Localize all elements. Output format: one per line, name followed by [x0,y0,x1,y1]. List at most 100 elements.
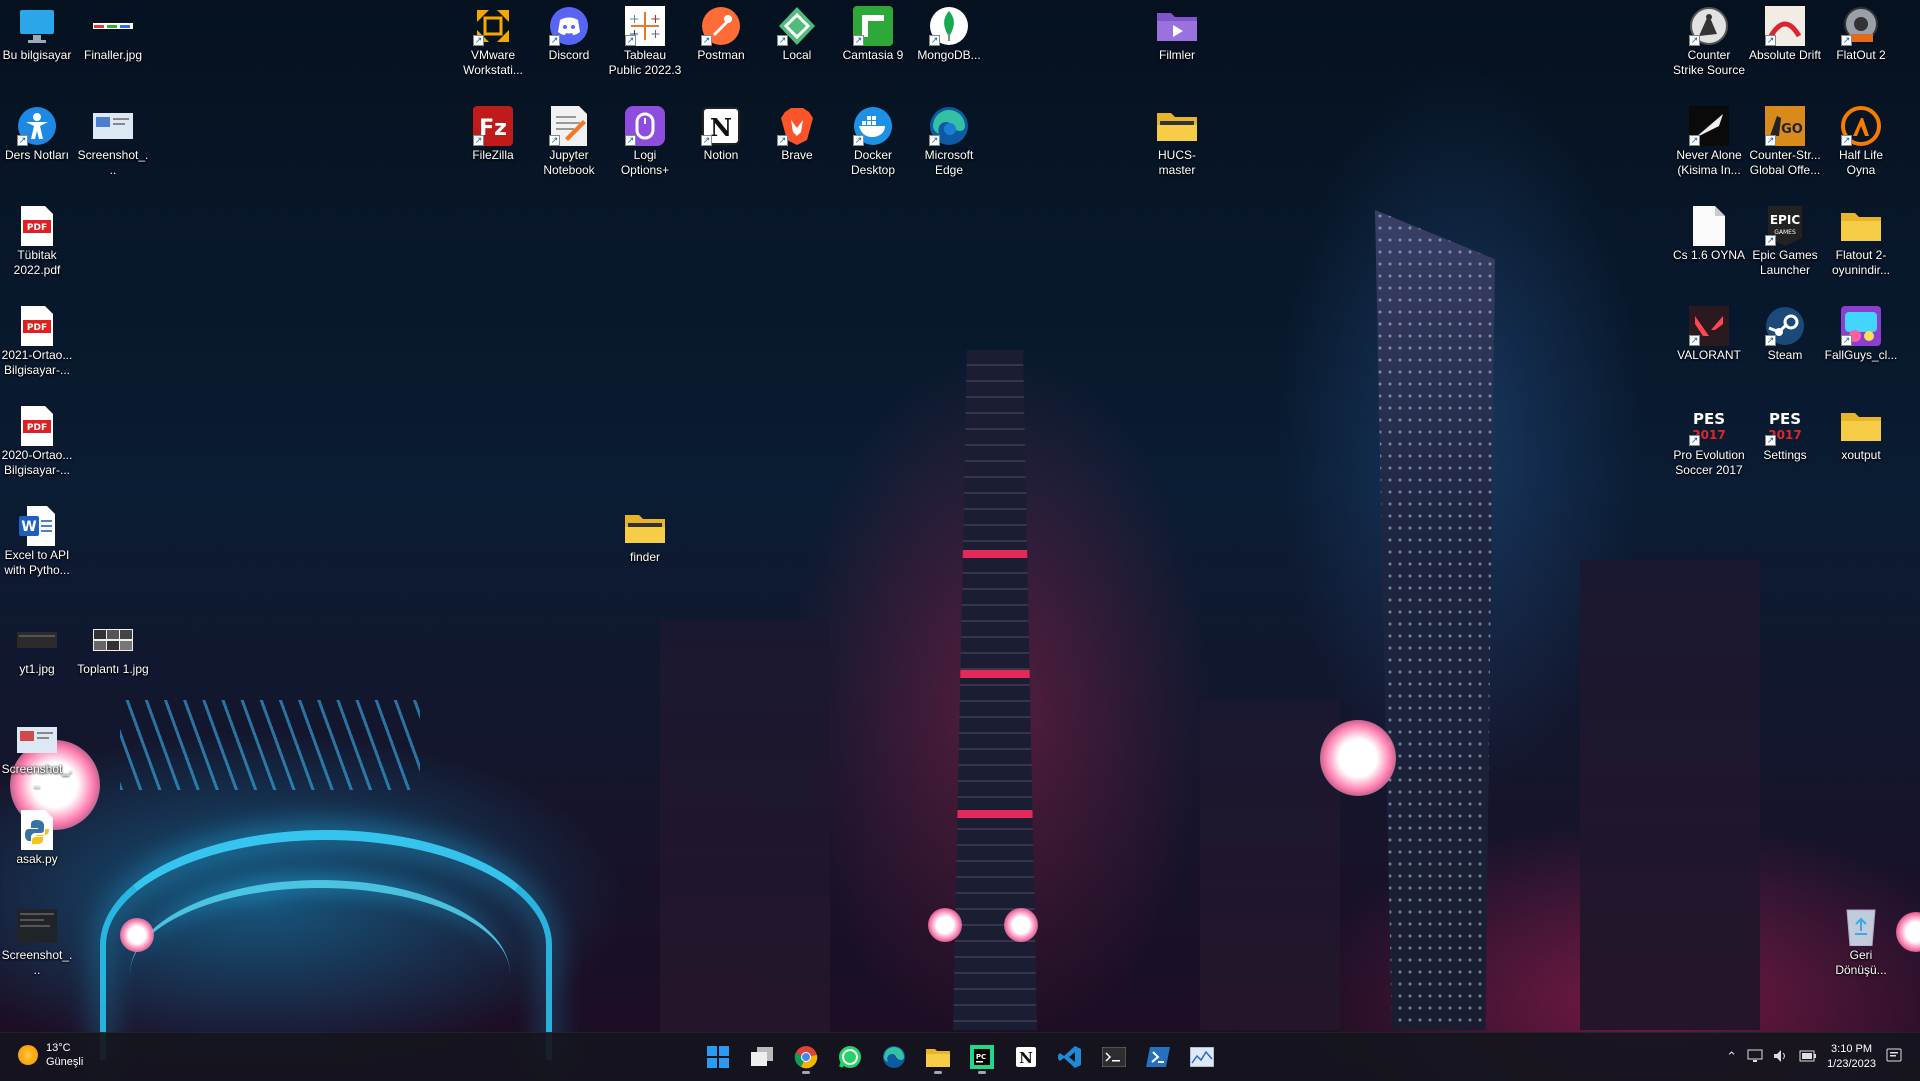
clock-time: 3:10 PM [1831,1043,1873,1055]
wallpaper-building [1200,700,1340,1030]
desktop-icon-xoutput[interactable]: xoutput [1824,406,1898,463]
desktop-icon-never-alone[interactable]: ↗ Never Alone (Kisima In... [1672,106,1746,178]
sun-icon [18,1045,38,1065]
desktop-icon-excel-to-api[interactable]: W Excel to API with Pytho... [0,506,74,578]
camtasia-icon: ↗ [853,6,893,46]
desktop-icon-flatout-2[interactable]: ↗ FlatOut 2 [1824,6,1898,63]
resource-monitor-icon[interactable] [1184,1039,1220,1075]
wallpaper-lamp [120,918,154,952]
desktop-icon-asak-py[interactable]: asak.py [0,810,74,867]
desktop-icon-fallguys[interactable]: ↗ FallGuys_cl... [1824,306,1898,363]
desktop-icon-hucs-master[interactable]: HUCS-master [1140,106,1214,178]
desktop-icon-absolute-drift[interactable]: ↗ Absolute Drift [1748,6,1822,63]
desktop-icon-toplanti[interactable]: Toplantı 1.jpg [76,620,150,677]
pycharm-icon[interactable]: PC [964,1039,1000,1075]
svg-text:GO: GO [1781,122,1803,137]
volume-icon[interactable] [1773,1049,1789,1066]
powershell-icon[interactable] [1140,1039,1176,1075]
notion-icon[interactable]: N [1008,1039,1044,1075]
edge-icon[interactable] [876,1039,912,1075]
desktop-icon-tubitak-pdf[interactable]: PDF Tübitak 2022.pdf [0,206,74,278]
chrome-icon[interactable] [788,1039,824,1075]
task-view-icon[interactable] [744,1039,780,1075]
desktop-icon-finaller[interactable]: Finaller.jpg [76,6,150,63]
desktop-icon-recycle-bin[interactable]: Geri Dönüşü... [1824,906,1898,978]
fallguys-icon: ↗ [1841,306,1881,346]
desktop-icon-yt1[interactable]: yt1.jpg [0,620,74,677]
desktop-icon-finder[interactable]: finder [608,508,682,565]
desktop-icon-epic-games[interactable]: EPIC GAMES ↗ Epic Games Launcher [1748,206,1822,278]
svg-text:N: N [710,113,732,142]
desktop-icon-discord[interactable]: ↗ Discord [532,6,606,63]
desktop-icon-tableau[interactable]: ↗ Tableau Public 2022.3 [608,6,682,78]
mongodb-icon: ↗ [929,6,969,46]
desktop-icon-ders-notlari[interactable]: ↗ Ders Notları [0,106,74,163]
docker-icon: ↗ [853,106,893,146]
network-icon[interactable] [1747,1049,1763,1066]
word-icon: W [17,506,57,546]
notification-icon[interactable] [1886,1048,1902,1067]
pdf-icon: PDF [17,206,57,246]
battery-icon[interactable] [1799,1050,1817,1065]
wallpaper-tower [1375,210,1495,1030]
wallpaper-arch [100,830,552,1060]
file-explorer-icon[interactable] [920,1039,956,1075]
desktop-icon-screenshot-1[interactable]: Screenshot_... [76,106,150,178]
monitor-icon [17,6,57,46]
python-icon [17,810,57,850]
desktop-icon-pes-2017[interactable]: PES 2017 ↗ Pro Evolution Soccer 2017 [1672,406,1746,478]
desktop-icon-edge[interactable]: ↗ Microsoft Edge [912,106,986,178]
weather-temp: 13°C [46,1042,71,1054]
wallpaper-building [660,620,830,1040]
desktop-icon-brave[interactable]: ↗ Brave [760,106,834,163]
desktop-icon-filezilla[interactable]: Fz ↗ FileZilla [456,106,530,163]
svg-text:EPIC: EPIC [1770,213,1800,227]
desktop-icon-flatout-folder[interactable]: Flatout 2-oyunindir... [1824,206,1898,278]
image-file-icon [17,720,57,760]
desktop-icon-screenshot-2[interactable]: Screenshot_... [0,720,74,792]
vmware-icon: ↗ [473,6,513,46]
desktop-icon-screenshot-3[interactable]: Screenshot_... [0,906,74,978]
pdf-icon: PDF [17,306,57,346]
desktop-icon-2021-pdf[interactable]: PDF 2021-Ortao... Bilgisayar-... [0,306,74,378]
whatsapp-icon[interactable] [832,1039,868,1075]
desktop-icon-steam[interactable]: ↗ Steam [1748,306,1822,363]
desktop-icon-bu-bilgisayar[interactable]: Bu bilgisayar [0,6,74,63]
half-life-icon: ↗ [1841,106,1881,146]
desktop-icon-logi-options[interactable]: ↗ Logi Options+ [608,106,682,178]
svg-text:PES: PES [1769,410,1801,428]
wallpaper-lamp [928,908,962,942]
chevron-up-icon[interactable]: ⌃ [1726,1049,1737,1065]
wallpaper-building [1580,560,1760,1030]
desktop-icon-vmware[interactable]: ↗ VMware Workstati... [456,6,530,78]
desktop-icon-mongodb[interactable]: ↗ MongoDB... [912,6,986,63]
desktop-icon-notion[interactable]: N ↗ Notion [684,106,758,163]
weather-widget[interactable]: 13°C Güneşli [18,1041,83,1069]
desktop-icon-jupyter[interactable]: ↗ Jupyter Notebook [532,106,606,178]
image-file-icon [93,6,133,46]
blank-file-icon [1689,206,1729,246]
desktop-icon-pes-settings[interactable]: PES 2017 ↗ Settings [1748,406,1822,463]
clock[interactable]: 3:10 PM 1/23/2023 [1827,1042,1876,1072]
desktop-icon-csgo[interactable]: GO ↗ Counter-Str... Global Offe... [1748,106,1822,178]
terminal-icon[interactable] [1096,1039,1132,1075]
desktop-icon-filmler[interactable]: Filmler [1140,6,1214,63]
desktop-icon-postman[interactable]: ↗ Postman [684,6,758,63]
desktop-icon-2020-pdf[interactable]: PDF 2020-Ortao... Bilgisayar-... [0,406,74,478]
pdf-icon: PDF [17,406,57,446]
local-icon: ↗ [777,6,817,46]
desktop-icon-docker[interactable]: ↗ Docker Desktop [836,106,910,178]
csgo-icon: GO ↗ [1765,106,1805,146]
desktop-icon-half-life[interactable]: ↗ Half Life Oyna [1824,106,1898,178]
desktop-icon-counter-strike-source[interactable]: ↗ Counter Strike Source [1672,6,1746,78]
desktop-icon-cs16[interactable]: Cs 1.6 OYNA [1672,206,1746,263]
steam-icon: ↗ [1765,306,1805,346]
vscode-icon[interactable] [1052,1039,1088,1075]
jupyter-icon: ↗ [549,106,589,146]
windows-start-icon[interactable] [700,1039,736,1075]
edge-icon: ↗ [929,106,969,146]
svg-text:PDF: PDF [27,423,47,433]
desktop-icon-local[interactable]: ↗ Local [760,6,834,63]
desktop-icon-valorant[interactable]: ↗ VALORANT [1672,306,1746,363]
desktop-icon-camtasia[interactable]: ↗ Camtasia 9 [836,6,910,63]
